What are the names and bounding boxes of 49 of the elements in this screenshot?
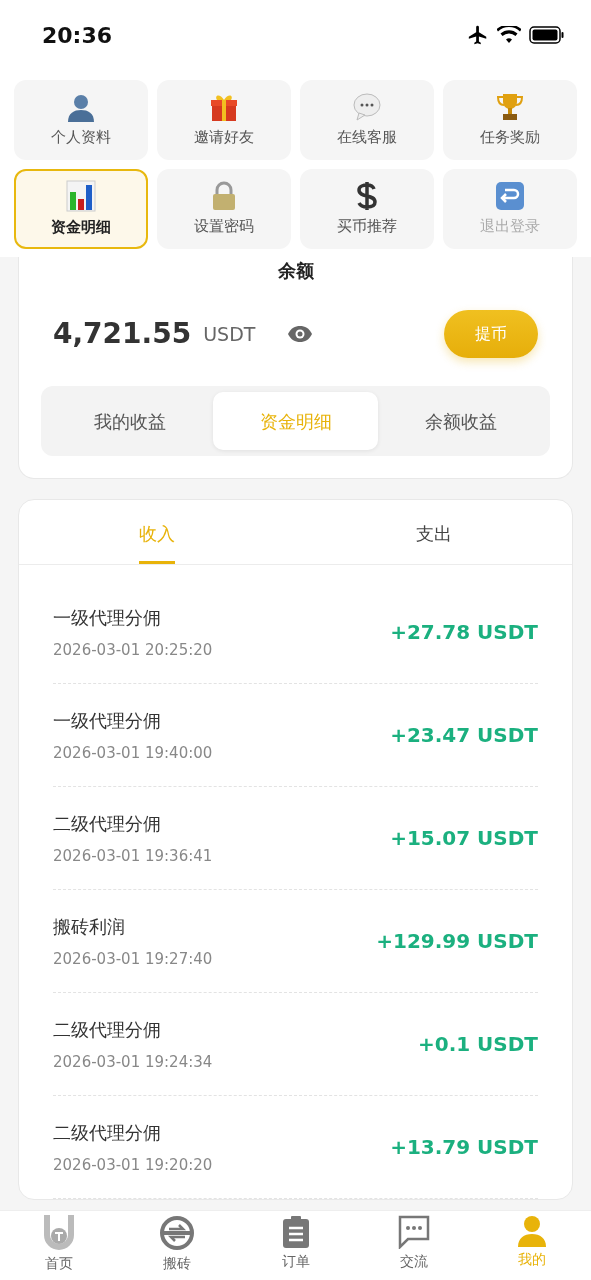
record-time: 2026-03-01 19:24:34	[53, 1051, 213, 1073]
record-tab[interactable]: 支出	[415, 500, 452, 565]
segment-tab[interactable]: 余额收益	[378, 392, 544, 451]
menu-tile[interactable]: 任务奖励	[443, 80, 577, 160]
wifi-icon	[497, 26, 521, 44]
status-time: 20:36	[42, 21, 113, 50]
menu-tile[interactable]: 资金明细	[14, 169, 148, 249]
airplane-icon	[467, 24, 489, 46]
exchange-icon	[159, 1215, 196, 1251]
record-title: 二级代理分佣	[53, 811, 162, 836]
record-time: 2026-03-01 19:36:41	[53, 845, 213, 867]
speech-bubble-icon	[352, 91, 382, 122]
dollar-icon	[355, 180, 379, 211]
person-icon	[516, 1215, 547, 1247]
logo-icon	[42, 1215, 77, 1251]
record-time: 2026-03-01 19:40:00	[53, 742, 213, 764]
segment-tab[interactable]: 我的收益	[47, 392, 213, 451]
record-time: 2026-03-01 19:20:20	[53, 1154, 213, 1176]
balance-title: 余额	[276, 259, 315, 283]
menu-tile[interactable]: 个人资料	[14, 80, 148, 160]
record-title: 二级代理分佣	[53, 1017, 162, 1042]
chat-icon	[397, 1215, 430, 1249]
record-amount: +0.1 USDT	[417, 1031, 538, 1059]
record-title: 搬砖利润	[53, 914, 126, 939]
trophy-icon	[495, 91, 525, 122]
record-amount: +15.07 USDT	[390, 825, 538, 853]
menu-tile[interactable]: 设置密码	[157, 169, 291, 249]
record-time: 2026-03-01 19:27:40	[53, 948, 213, 970]
clipboard-icon	[280, 1215, 311, 1249]
tab-bar-item[interactable]: 首页	[0, 1211, 119, 1280]
record-title: 一级代理分佣	[53, 605, 162, 630]
tab-bar-item[interactable]: 订单	[236, 1211, 355, 1280]
menu-tile[interactable]: 邀请好友	[157, 80, 291, 160]
menu-tile[interactable]: 买币推荐	[300, 169, 434, 249]
eye-icon[interactable]	[287, 325, 314, 344]
menu-tile[interactable]: 在线客服	[300, 80, 434, 160]
tab-bar-item[interactable]: 交流	[354, 1211, 473, 1280]
record-amount: +129.99 USDT	[376, 928, 538, 956]
record-time: 2026-03-01 20:25:20	[53, 639, 213, 661]
record-title: 二级代理分佣	[53, 1120, 162, 1145]
record-amount: +23.47 USDT	[390, 722, 538, 750]
battery-icon	[529, 26, 565, 44]
record-amount: +27.78 USDT	[390, 619, 538, 647]
tab-bar-item[interactable]: 搬砖	[118, 1211, 237, 1280]
record-title: 一级代理分佣	[53, 708, 162, 733]
balance-amount: 4,721.55	[53, 316, 192, 353]
bar-chart-icon	[66, 179, 96, 212]
record-amount: +13.79 USDT	[390, 1134, 538, 1162]
currency-unit: USDT	[203, 322, 256, 348]
